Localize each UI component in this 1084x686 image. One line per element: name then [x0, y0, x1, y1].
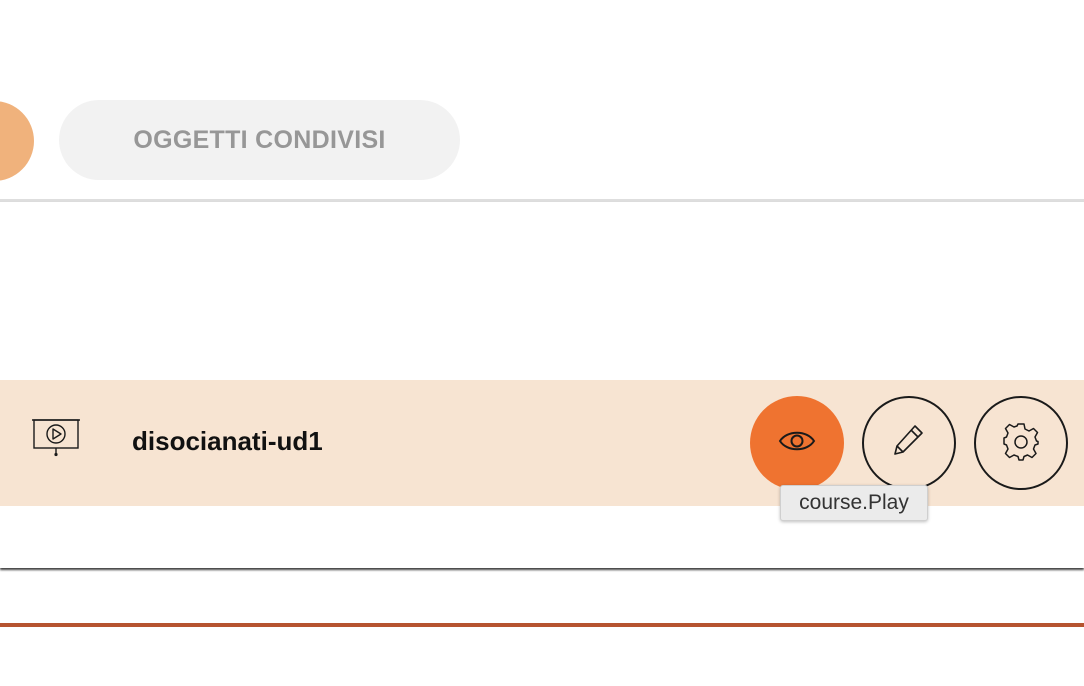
bottom-divider: [0, 623, 1084, 627]
course-title: disocianati-ud1: [132, 426, 323, 456]
eye-icon: [777, 426, 817, 461]
presentation-play-icon: [31, 417, 81, 457]
gear-icon: [1001, 421, 1041, 466]
edit-button[interactable]: [862, 396, 956, 490]
play-button[interactable]: [750, 396, 844, 490]
pencil-icon: [889, 421, 929, 466]
tab-shared-objects[interactable]: OGGETTI CONDIVISI: [59, 100, 460, 180]
tab-partial[interactable]: [0, 101, 34, 181]
tab-shared-objects-label: OGGETTI CONDIVISI: [133, 125, 386, 154]
settings-button[interactable]: [974, 396, 1068, 490]
play-tooltip: course.Play: [780, 485, 928, 521]
play-tooltip-text: course.Play: [799, 491, 909, 514]
